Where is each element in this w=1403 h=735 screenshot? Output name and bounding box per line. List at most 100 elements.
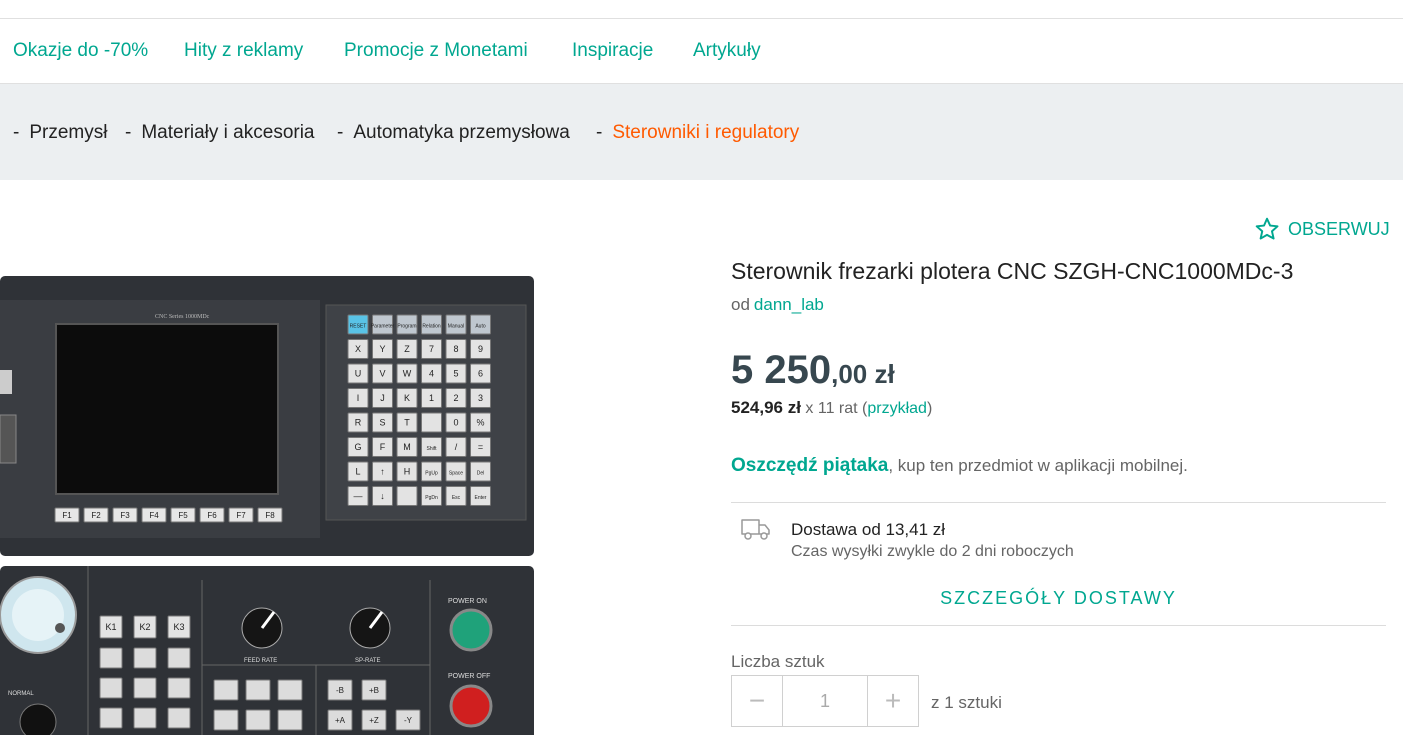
panel-key [99, 707, 123, 729]
panel-key-label: 7 [429, 344, 434, 354]
panel-key [213, 679, 239, 701]
panel-key-label: K1 [105, 622, 116, 632]
nav-link-ad-hits[interactable]: Hity z reklamy [184, 40, 303, 62]
panel-key-label: G [354, 442, 361, 452]
panel-key [133, 707, 157, 729]
panel-key-label: W [403, 369, 412, 379]
quantity-stepper: − + [731, 675, 919, 727]
panel-key-label: V [379, 369, 385, 379]
power-off-label: POWER OFF [448, 673, 490, 680]
panel-key-label: 1 [429, 393, 434, 403]
panel-key-label: U [355, 369, 362, 379]
panel-key-label: K3 [173, 622, 184, 632]
panel-key-label: F4 [149, 511, 159, 520]
panel-key-label: -Y [404, 716, 413, 725]
panel-key-label: Shift [426, 446, 437, 452]
panel-key-label: Space [449, 471, 463, 477]
panel-key-label: 0 [453, 418, 458, 428]
panel-key [99, 677, 123, 699]
panel-key-label: S [379, 418, 385, 428]
delivery-details-button[interactable]: SZCZEGÓŁY DOSTAWY [731, 588, 1386, 609]
panel-key-label: J [380, 393, 385, 403]
panel-key [99, 647, 123, 669]
installment-count: x 11 rat [805, 400, 858, 417]
app-promo-text: , kup ten przedmiot w aplikacji mobilnej… [888, 456, 1188, 475]
quantity-increase-button[interactable]: + [867, 675, 919, 727]
panel-key-label: 9 [478, 344, 483, 354]
quantity-decrease-button[interactable]: − [731, 675, 783, 727]
panel-key [421, 412, 442, 433]
panel-key-label: Esc [452, 495, 461, 501]
panel-key-label: K [404, 393, 410, 403]
panel-key [133, 677, 157, 699]
panel-key-label: % [476, 418, 484, 428]
breadcrumb-item[interactable]: - Automatyka przemysłowa [337, 122, 570, 144]
breadcrumb-item-current[interactable]: - Sterowniki i regulatory [596, 122, 799, 144]
breadcrumb-item[interactable]: - Materiały i akcesoria [125, 122, 315, 144]
panel-key [167, 707, 191, 729]
installment-example-link[interactable]: przykład [867, 400, 927, 417]
panel-key-label: M [403, 442, 411, 452]
panel-key-label: 3 [478, 393, 483, 403]
panel-key-label: +Z [369, 716, 379, 725]
panel-key [213, 709, 239, 731]
breadcrumb-item[interactable]: - Przemysł [13, 122, 107, 144]
panel-key-label: H [404, 467, 411, 477]
k-keys: K1 K2 K3 [99, 615, 191, 639]
panel-key-label: Manual [448, 324, 464, 330]
panel-key-label: PgDn [425, 495, 438, 501]
price-decimal: ,00 zł [831, 359, 895, 389]
nav-link-coin-promos[interactable]: Promocje z Monetami [344, 40, 528, 62]
panel-key-label: L [355, 467, 360, 477]
seller-prefix: od [731, 295, 750, 314]
divider [731, 502, 1386, 503]
panel-key-label: ↓ [380, 491, 385, 501]
installment-amount: 524,96 zł [731, 398, 801, 417]
panel-key [167, 677, 191, 699]
quantity-input[interactable] [783, 675, 867, 727]
screen-caption: CNC Series 1000MDc [155, 314, 210, 320]
panel-key-label: F8 [265, 511, 275, 520]
panel-key-label: K2 [139, 622, 150, 632]
power-on-label: POWER ON [448, 598, 487, 605]
panel-key-label: F2 [91, 511, 101, 520]
panel-key-label: Z [404, 344, 410, 354]
panel-key-label: F [380, 442, 386, 452]
panel-key-label: -B [336, 686, 344, 695]
panel-key-label: 8 [453, 344, 458, 354]
panel-key-label: — [354, 491, 363, 501]
panel-key-label: PgUp [425, 471, 438, 477]
app-promo-bold: Oszczędź piątaka [731, 455, 889, 476]
star-icon [1255, 217, 1279, 240]
follow-label: OBSERWUJ [1288, 218, 1390, 239]
panel-key-label: R [355, 418, 362, 428]
app-promo: Oszczędź piątaka, kup ten przedmiot w ap… [731, 455, 1188, 477]
panel-key-label: F6 [207, 511, 217, 520]
nav-link-inspirations[interactable]: Inspiracje [572, 40, 653, 62]
panel-key-label: ↑ [380, 467, 385, 477]
panel-key-label: +A [335, 716, 346, 725]
nav-link-deals[interactable]: Okazje do -70% [13, 40, 148, 62]
product-image[interactable]: CNC Series 1000MDc F1 F2 F3 F4 F5 F6 F7 F8 RESE… [0, 270, 540, 735]
panel-key-label: T [404, 418, 410, 428]
panel-key-label: F5 [178, 511, 188, 520]
panel-key-label: Auto [475, 324, 486, 330]
nav-link-articles[interactable]: Artykuły [693, 40, 761, 62]
panel-key [396, 486, 418, 506]
truck-icon [741, 519, 770, 540]
panel-key-label: RESET [350, 324, 367, 330]
sp-rate-label: SP-RATE [355, 658, 381, 664]
promo-nav: Okazje do -70% Hity z reklamy Promocje z… [0, 19, 1403, 84]
panel-key-label: 5 [453, 369, 458, 379]
panel-key-label: 6 [478, 369, 483, 379]
feed-rate-label: FEED RATE [244, 658, 277, 664]
price: 5 250,00 zł [731, 348, 895, 393]
follow-button[interactable]: OBSERWUJ [1254, 216, 1390, 242]
panel-key-label: F1 [62, 511, 72, 520]
seller-link[interactable]: dann_lab [754, 295, 824, 314]
panel-key-label: Enter [475, 495, 487, 501]
panel-key-label: Y [379, 344, 385, 354]
quantity-available: z 1 sztuki [931, 693, 1002, 712]
panel-key [245, 679, 271, 701]
panel-key-label: +B [369, 686, 379, 695]
